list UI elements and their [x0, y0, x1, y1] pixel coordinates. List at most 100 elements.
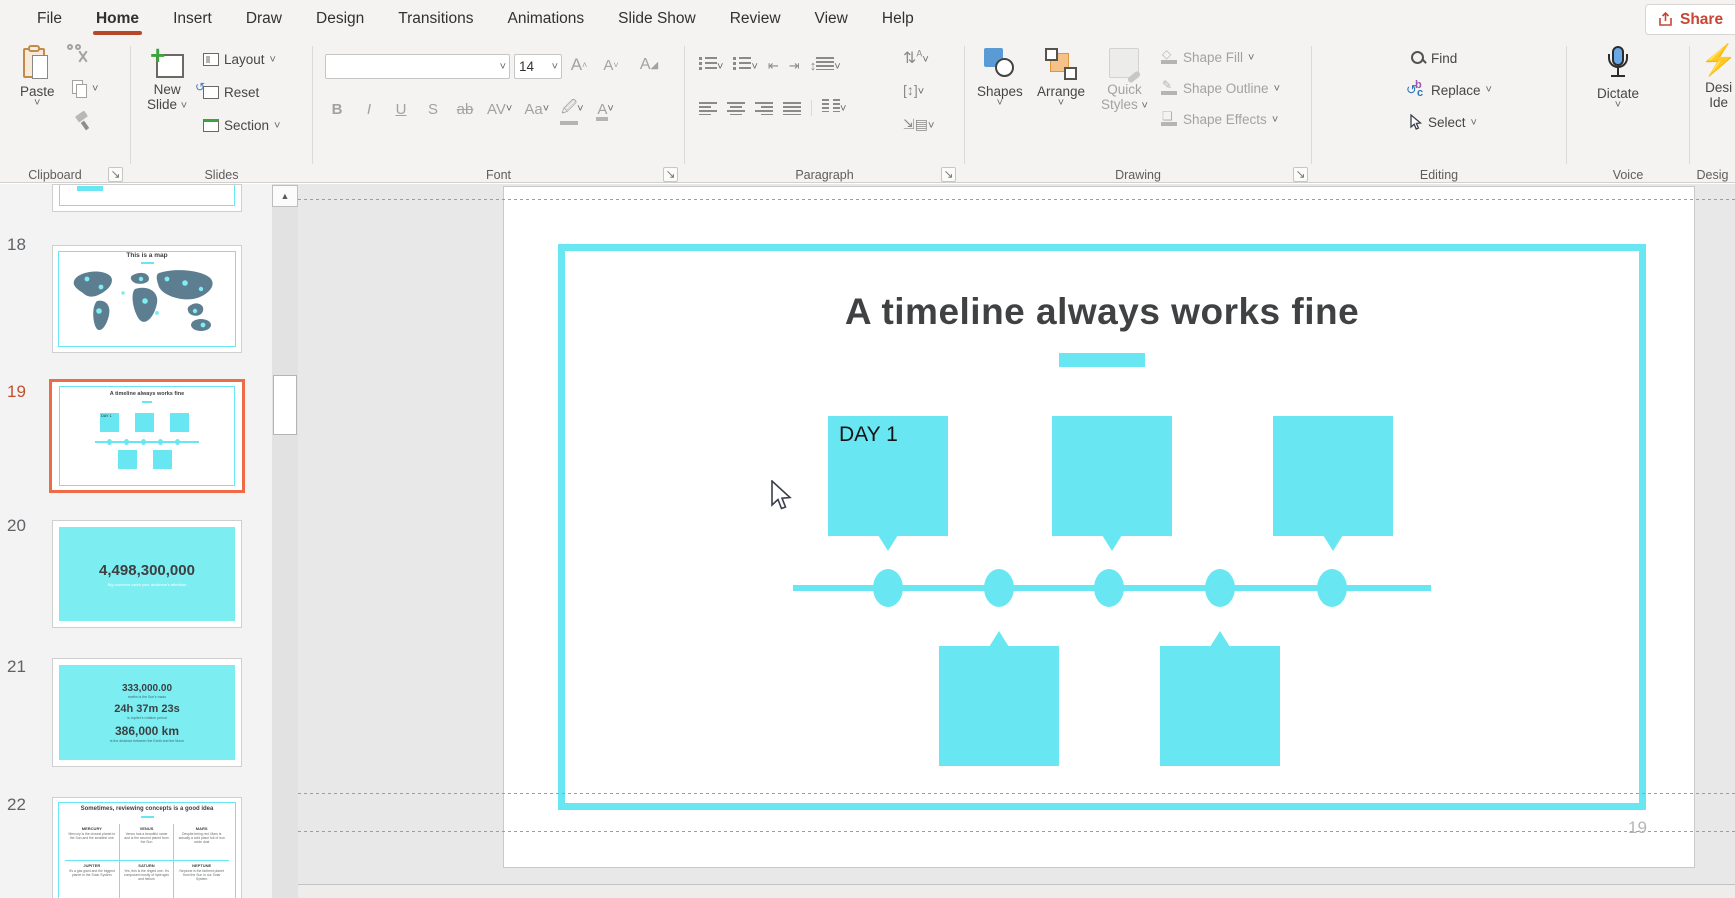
- timeline-dot-5[interactable]: [1317, 569, 1347, 607]
- quick-styles-icon: [1109, 48, 1139, 78]
- tab-insert[interactable]: Insert: [156, 1, 229, 39]
- timeline-callout-day1[interactable]: DAY 1: [828, 416, 948, 536]
- smartart-convert-button[interactable]: ⇲▤˅: [903, 116, 934, 134]
- paste-button[interactable]: Paste ˅: [20, 46, 55, 107]
- shrink-font-button[interactable]: A˅: [601, 54, 621, 76]
- timeline-callout-top-2[interactable]: [1052, 416, 1172, 536]
- line-spacing-button[interactable]: ↕˅: [810, 56, 841, 75]
- align-right-button[interactable]: [755, 101, 773, 115]
- section-button[interactable]: Section˅: [203, 118, 280, 133]
- bullets-icon: [699, 56, 717, 70]
- arrange-button[interactable]: Arrange˅: [1037, 48, 1085, 107]
- copy-button[interactable]: ˅: [72, 80, 98, 98]
- share-button[interactable]: Share: [1645, 4, 1735, 35]
- drawing-dialog-launcher[interactable]: ↘: [1293, 167, 1308, 182]
- design-ideas-button[interactable]: ⚡ DesiIde: [1700, 46, 1735, 110]
- shape-fill-button[interactable]: ◇Shape Fill˅: [1161, 50, 1254, 65]
- font-color-button[interactable]: A˅: [596, 98, 616, 120]
- dictate-button[interactable]: Dictate˅: [1597, 46, 1639, 109]
- font-size-combo[interactable]: ˅: [514, 54, 562, 79]
- columns-button[interactable]: ˅: [822, 98, 846, 117]
- tab-view[interactable]: View: [798, 1, 865, 39]
- shapes-button[interactable]: Shapes˅: [977, 48, 1023, 107]
- tab-animations[interactable]: Animations: [490, 1, 601, 39]
- thumbnail-slide-20[interactable]: 4,498,300,000 Big numbers catch your aud…: [52, 520, 242, 628]
- italic-button[interactable]: I: [359, 98, 379, 120]
- thumbnail-slide-18[interactable]: This is a map: [52, 245, 242, 353]
- thumbnail-scroll-up-button[interactable]: ▲: [272, 185, 298, 207]
- title-underline-bar[interactable]: [1059, 353, 1145, 367]
- highlight-button[interactable]: 🖉˅: [561, 98, 583, 120]
- tab-review[interactable]: Review: [713, 1, 798, 39]
- slides-group-label: Slides: [131, 168, 312, 182]
- day1-label[interactable]: DAY 1: [839, 423, 898, 447]
- tab-home[interactable]: Home: [79, 1, 156, 39]
- slide-title[interactable]: A timeline always works fine: [558, 291, 1646, 333]
- thumbnail-scrollbar-track[interactable]: [272, 184, 298, 898]
- align-center-button[interactable]: [727, 101, 745, 115]
- decrease-indent-button[interactable]: ⇤: [768, 58, 779, 74]
- font-dialog-launcher[interactable]: ↘: [663, 167, 678, 182]
- tab-file[interactable]: File: [20, 1, 79, 39]
- design-group-label: Desig: [1690, 168, 1735, 182]
- tab-design[interactable]: Design: [299, 1, 381, 39]
- select-icon: [1410, 114, 1423, 131]
- group-clipboard: Paste ˅ ˅ Clipboard ↘: [0, 40, 130, 183]
- replace-button[interactable]: ↺bcReplace ˅: [1408, 82, 1492, 98]
- bold-button[interactable]: B: [327, 98, 347, 120]
- timeline-dot-1[interactable]: [873, 569, 903, 607]
- align-text-icon: [↕]: [903, 82, 918, 98]
- text-direction-button[interactable]: ⇅A˅: [903, 48, 929, 68]
- thumbnail-slide-19-selected[interactable]: A timeline always works fine DAY 1: [49, 379, 245, 493]
- increase-indent-button[interactable]: ⇥: [789, 58, 800, 74]
- thumbnail-slide-21[interactable]: 333,000.00 earths is the Sun's mass 24h …: [52, 658, 242, 767]
- slide-page[interactable]: A timeline always works fine DAY 1: [503, 186, 1695, 868]
- highlight-icon: 🖉: [561, 97, 577, 122]
- font-name-combo[interactable]: ˅: [325, 54, 510, 79]
- text-shadow-button[interactable]: S: [423, 98, 443, 120]
- reset-icon: [203, 86, 219, 99]
- timeline-dot-2[interactable]: [984, 569, 1014, 607]
- reset-button[interactable]: Reset: [203, 85, 259, 100]
- timeline-callout-bottom-2[interactable]: [1160, 646, 1280, 766]
- shape-effects-icon: ❏: [1161, 112, 1178, 127]
- powerpoint-window: File Home Insert Draw Design Transitions…: [0, 0, 1735, 898]
- thumbnail-slide-22[interactable]: Sometimes, reviewing concepts is a good …: [52, 797, 242, 898]
- quick-styles-button[interactable]: QuickStyles ˅: [1101, 48, 1148, 112]
- new-slide-button[interactable]: + NewSlide ˅: [147, 48, 187, 112]
- character-spacing-button[interactable]: AV˅: [487, 98, 512, 120]
- timeline-callout-bottom-1[interactable]: [939, 646, 1059, 766]
- align-text-button[interactable]: [↕]˅: [903, 82, 924, 100]
- text-direction-icon: ⇅: [903, 50, 916, 67]
- clipboard-dialog-launcher[interactable]: ↘: [108, 167, 123, 182]
- clear-formatting-button[interactable]: A◢: [639, 54, 659, 76]
- layout-button[interactable]: Layout˅: [203, 52, 276, 67]
- timeline-dot-3[interactable]: [1094, 569, 1124, 607]
- bullets-button[interactable]: ˅: [699, 56, 723, 75]
- tab-draw[interactable]: Draw: [229, 1, 299, 39]
- shape-effects-button[interactable]: ❏Shape Effects˅: [1161, 112, 1278, 127]
- select-button[interactable]: Select˅: [1410, 114, 1477, 131]
- numbering-button[interactable]: ˅: [733, 56, 757, 75]
- tab-slide-show[interactable]: Slide Show: [601, 1, 713, 39]
- tab-help[interactable]: Help: [865, 1, 931, 39]
- strikethrough-button[interactable]: ab: [455, 98, 475, 120]
- shape-outline-button[interactable]: ✎Shape Outline˅: [1161, 81, 1280, 96]
- change-case-button[interactable]: Aa˅: [524, 98, 549, 120]
- timeline-callout-top-3[interactable]: [1273, 416, 1393, 536]
- shape-outline-icon: ✎: [1161, 81, 1178, 96]
- group-voice: Dictate˅ Voice: [1567, 40, 1689, 183]
- grow-font-button[interactable]: A˄: [569, 54, 589, 76]
- align-left-button[interactable]: [699, 101, 717, 115]
- paragraph-dialog-launcher[interactable]: ↘: [941, 167, 956, 182]
- justify-button[interactable]: [783, 101, 801, 115]
- thumbnail-scrollbar-thumb[interactable]: [273, 375, 297, 435]
- font-size-input[interactable]: [515, 55, 552, 78]
- tab-transitions[interactable]: Transitions: [381, 1, 490, 39]
- thumbnail-slide-17-partial[interactable]: [52, 184, 242, 212]
- timeline-dot-4[interactable]: [1205, 569, 1235, 607]
- font-name-input[interactable]: [326, 55, 500, 78]
- new-slide-icon: +: [150, 48, 184, 78]
- find-button[interactable]: Find: [1410, 50, 1457, 66]
- underline-button[interactable]: U: [391, 98, 411, 120]
